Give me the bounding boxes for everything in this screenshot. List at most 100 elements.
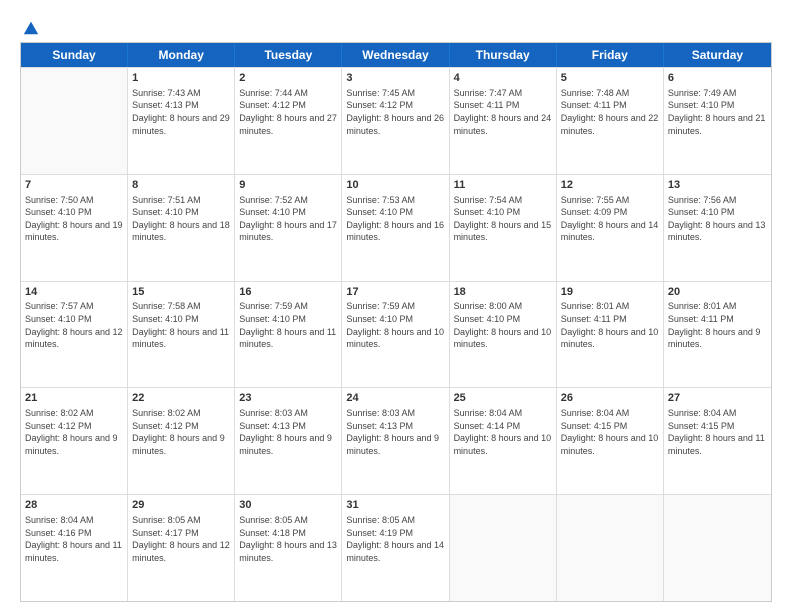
calendar-cell-3-6: 27Sunrise: 8:04 AMSunset: 4:15 PMDayligh… <box>664 388 771 494</box>
calendar-cell-0-2: 2Sunrise: 7:44 AMSunset: 4:12 PMDaylight… <box>235 68 342 174</box>
cell-info: Sunrise: 7:44 AMSunset: 4:12 PMDaylight:… <box>239 87 337 137</box>
cell-info: Sunrise: 8:04 AMSunset: 4:16 PMDaylight:… <box>25 514 123 564</box>
calendar-row-4: 28Sunrise: 8:04 AMSunset: 4:16 PMDayligh… <box>21 494 771 601</box>
day-number: 16 <box>239 285 337 300</box>
day-number: 30 <box>239 498 337 513</box>
cell-info: Sunrise: 7:53 AMSunset: 4:10 PMDaylight:… <box>346 194 444 244</box>
day-number: 8 <box>132 178 230 193</box>
calendar-cell-3-4: 25Sunrise: 8:04 AMSunset: 4:14 PMDayligh… <box>450 388 557 494</box>
cell-info: Sunrise: 7:56 AMSunset: 4:10 PMDaylight:… <box>668 194 767 244</box>
day-number: 3 <box>346 71 444 86</box>
cell-info: Sunrise: 8:04 AMSunset: 4:15 PMDaylight:… <box>668 407 767 457</box>
calendar-cell-3-1: 22Sunrise: 8:02 AMSunset: 4:12 PMDayligh… <box>128 388 235 494</box>
cell-info: Sunrise: 8:05 AMSunset: 4:17 PMDaylight:… <box>132 514 230 564</box>
weekday-header-thursday: Thursday <box>450 43 557 67</box>
weekday-header-saturday: Saturday <box>664 43 771 67</box>
cell-info: Sunrise: 8:03 AMSunset: 4:13 PMDaylight:… <box>239 407 337 457</box>
cell-info: Sunrise: 8:05 AMSunset: 4:19 PMDaylight:… <box>346 514 444 564</box>
day-number: 20 <box>668 285 767 300</box>
calendar-row-3: 21Sunrise: 8:02 AMSunset: 4:12 PMDayligh… <box>21 387 771 494</box>
day-number: 2 <box>239 71 337 86</box>
day-number: 25 <box>454 391 552 406</box>
weekday-header-wednesday: Wednesday <box>342 43 449 67</box>
day-number: 27 <box>668 391 767 406</box>
day-number: 12 <box>561 178 659 193</box>
logo-icon <box>22 18 40 36</box>
day-number: 18 <box>454 285 552 300</box>
cell-info: Sunrise: 7:59 AMSunset: 4:10 PMDaylight:… <box>239 300 337 350</box>
cell-info: Sunrise: 8:04 AMSunset: 4:15 PMDaylight:… <box>561 407 659 457</box>
cell-info: Sunrise: 7:52 AMSunset: 4:10 PMDaylight:… <box>239 194 337 244</box>
day-number: 22 <box>132 391 230 406</box>
calendar-cell-4-1: 29Sunrise: 8:05 AMSunset: 4:17 PMDayligh… <box>128 495 235 601</box>
calendar-cell-2-4: 18Sunrise: 8:00 AMSunset: 4:10 PMDayligh… <box>450 282 557 388</box>
cell-info: Sunrise: 8:01 AMSunset: 4:11 PMDaylight:… <box>668 300 767 350</box>
calendar-row-2: 14Sunrise: 7:57 AMSunset: 4:10 PMDayligh… <box>21 281 771 388</box>
cell-info: Sunrise: 7:45 AMSunset: 4:12 PMDaylight:… <box>346 87 444 137</box>
weekday-header-friday: Friday <box>557 43 664 67</box>
cell-info: Sunrise: 7:48 AMSunset: 4:11 PMDaylight:… <box>561 87 659 137</box>
day-number: 10 <box>346 178 444 193</box>
weekday-header-sunday: Sunday <box>21 43 128 67</box>
calendar-cell-1-6: 13Sunrise: 7:56 AMSunset: 4:10 PMDayligh… <box>664 175 771 281</box>
day-number: 15 <box>132 285 230 300</box>
calendar-row-1: 7Sunrise: 7:50 AMSunset: 4:10 PMDaylight… <box>21 174 771 281</box>
day-number: 26 <box>561 391 659 406</box>
calendar-cell-2-0: 14Sunrise: 7:57 AMSunset: 4:10 PMDayligh… <box>21 282 128 388</box>
calendar-cell-3-2: 23Sunrise: 8:03 AMSunset: 4:13 PMDayligh… <box>235 388 342 494</box>
cell-info: Sunrise: 8:05 AMSunset: 4:18 PMDaylight:… <box>239 514 337 564</box>
calendar-cell-2-3: 17Sunrise: 7:59 AMSunset: 4:10 PMDayligh… <box>342 282 449 388</box>
calendar-cell-4-5 <box>557 495 664 601</box>
cell-info: Sunrise: 7:51 AMSunset: 4:10 PMDaylight:… <box>132 194 230 244</box>
day-number: 4 <box>454 71 552 86</box>
cell-info: Sunrise: 7:58 AMSunset: 4:10 PMDaylight:… <box>132 300 230 350</box>
cell-info: Sunrise: 7:50 AMSunset: 4:10 PMDaylight:… <box>25 194 123 244</box>
calendar-cell-2-5: 19Sunrise: 8:01 AMSunset: 4:11 PMDayligh… <box>557 282 664 388</box>
header <box>20 18 772 36</box>
calendar-cell-4-6 <box>664 495 771 601</box>
calendar-cell-3-0: 21Sunrise: 8:02 AMSunset: 4:12 PMDayligh… <box>21 388 128 494</box>
logo <box>20 18 40 36</box>
calendar-cell-1-5: 12Sunrise: 7:55 AMSunset: 4:09 PMDayligh… <box>557 175 664 281</box>
calendar-row-0: 1Sunrise: 7:43 AMSunset: 4:13 PMDaylight… <box>21 67 771 174</box>
day-number: 6 <box>668 71 767 86</box>
day-number: 5 <box>561 71 659 86</box>
calendar-cell-3-5: 26Sunrise: 8:04 AMSunset: 4:15 PMDayligh… <box>557 388 664 494</box>
day-number: 14 <box>25 285 123 300</box>
day-number: 7 <box>25 178 123 193</box>
cell-info: Sunrise: 7:55 AMSunset: 4:09 PMDaylight:… <box>561 194 659 244</box>
calendar-cell-2-2: 16Sunrise: 7:59 AMSunset: 4:10 PMDayligh… <box>235 282 342 388</box>
cell-info: Sunrise: 7:57 AMSunset: 4:10 PMDaylight:… <box>25 300 123 350</box>
calendar-cell-1-4: 11Sunrise: 7:54 AMSunset: 4:10 PMDayligh… <box>450 175 557 281</box>
calendar-body: 1Sunrise: 7:43 AMSunset: 4:13 PMDaylight… <box>21 67 771 601</box>
calendar-cell-1-2: 9Sunrise: 7:52 AMSunset: 4:10 PMDaylight… <box>235 175 342 281</box>
calendar-cell-0-5: 5Sunrise: 7:48 AMSunset: 4:11 PMDaylight… <box>557 68 664 174</box>
day-number: 9 <box>239 178 337 193</box>
cell-info: Sunrise: 8:00 AMSunset: 4:10 PMDaylight:… <box>454 300 552 350</box>
day-number: 31 <box>346 498 444 513</box>
day-number: 13 <box>668 178 767 193</box>
cell-info: Sunrise: 7:43 AMSunset: 4:13 PMDaylight:… <box>132 87 230 137</box>
calendar-cell-0-1: 1Sunrise: 7:43 AMSunset: 4:13 PMDaylight… <box>128 68 235 174</box>
cell-info: Sunrise: 8:03 AMSunset: 4:13 PMDaylight:… <box>346 407 444 457</box>
day-number: 24 <box>346 391 444 406</box>
calendar-cell-0-3: 3Sunrise: 7:45 AMSunset: 4:12 PMDaylight… <box>342 68 449 174</box>
calendar-header: SundayMondayTuesdayWednesdayThursdayFrid… <box>21 43 771 67</box>
calendar-cell-0-0 <box>21 68 128 174</box>
day-number: 19 <box>561 285 659 300</box>
calendar-cell-4-2: 30Sunrise: 8:05 AMSunset: 4:18 PMDayligh… <box>235 495 342 601</box>
day-number: 29 <box>132 498 230 513</box>
calendar-cell-4-4 <box>450 495 557 601</box>
day-number: 17 <box>346 285 444 300</box>
calendar-cell-4-0: 28Sunrise: 8:04 AMSunset: 4:16 PMDayligh… <box>21 495 128 601</box>
cell-info: Sunrise: 7:54 AMSunset: 4:10 PMDaylight:… <box>454 194 552 244</box>
calendar-cell-1-3: 10Sunrise: 7:53 AMSunset: 4:10 PMDayligh… <box>342 175 449 281</box>
cell-info: Sunrise: 8:04 AMSunset: 4:14 PMDaylight:… <box>454 407 552 457</box>
cell-info: Sunrise: 8:02 AMSunset: 4:12 PMDaylight:… <box>132 407 230 457</box>
cell-info: Sunrise: 7:59 AMSunset: 4:10 PMDaylight:… <box>346 300 444 350</box>
calendar-cell-0-4: 4Sunrise: 7:47 AMSunset: 4:11 PMDaylight… <box>450 68 557 174</box>
cell-info: Sunrise: 7:47 AMSunset: 4:11 PMDaylight:… <box>454 87 552 137</box>
day-number: 28 <box>25 498 123 513</box>
calendar-cell-2-6: 20Sunrise: 8:01 AMSunset: 4:11 PMDayligh… <box>664 282 771 388</box>
day-number: 23 <box>239 391 337 406</box>
